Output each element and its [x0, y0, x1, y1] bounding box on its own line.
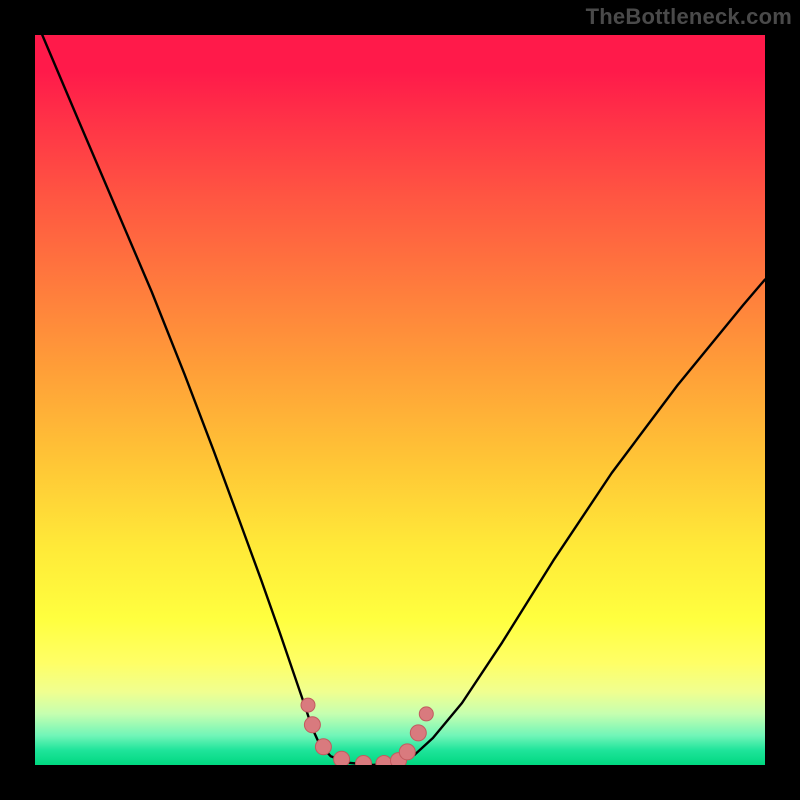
valley-marker — [315, 739, 331, 755]
valley-markers — [301, 698, 433, 765]
outer-frame: TheBottleneck.com — [0, 0, 800, 800]
valley-marker — [334, 751, 350, 765]
bottleneck-curve — [42, 35, 765, 765]
valley-marker — [399, 744, 415, 760]
valley-marker — [301, 698, 315, 712]
chart-svg — [35, 35, 765, 765]
valley-marker — [356, 756, 372, 766]
valley-marker — [410, 725, 426, 741]
valley-marker — [304, 717, 320, 733]
valley-marker — [419, 707, 433, 721]
valley-marker — [376, 756, 392, 766]
plot-area — [35, 35, 765, 765]
watermark-text: TheBottleneck.com — [586, 4, 792, 30]
